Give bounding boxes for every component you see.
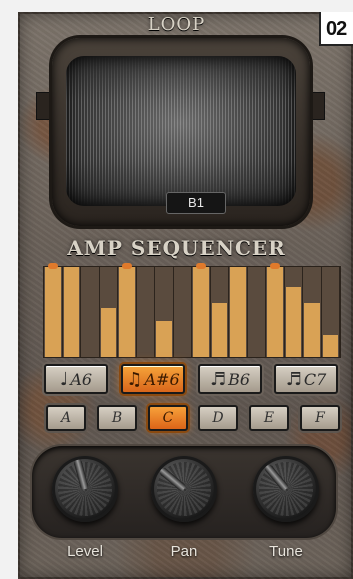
note-button-a6[interactable]: ♩ A6 (44, 364, 108, 394)
screen-bracket-left (36, 92, 52, 120)
note-label: B6 (228, 369, 251, 389)
sequencer-step[interactable] (81, 267, 100, 357)
sequencer-step[interactable] (303, 267, 322, 357)
sequencer-step[interactable] (210, 267, 229, 357)
sequencer-step[interactable] (62, 267, 81, 357)
step-marker (269, 263, 280, 269)
sequencer-step[interactable] (173, 267, 192, 357)
variation-button-b[interactable]: B (97, 405, 137, 431)
level-knob-label: Level (67, 543, 103, 560)
amp-sequencer-grid[interactable] (43, 263, 341, 358)
loop-waveform-display (66, 56, 296, 206)
knob-pointer (263, 463, 290, 492)
pan-knob-label: Pan (170, 543, 198, 560)
sequencer-step[interactable] (266, 263, 285, 357)
sequencer-step[interactable] (99, 267, 118, 357)
sixteenth-note-icon: ♬ (209, 368, 227, 390)
tune-knob-label: Tune (269, 543, 303, 560)
sequencer-step[interactable] (155, 267, 174, 357)
step-marker (47, 263, 58, 269)
sequencer-step[interactable] (192, 263, 211, 357)
sequencer-step-level (304, 303, 320, 357)
single-note-icon: ♩ (59, 368, 69, 390)
screen-bracket-right (309, 92, 325, 120)
sequencer-step[interactable] (284, 267, 303, 357)
variation-button-e[interactable]: E (249, 405, 289, 431)
sequencer-step-level (45, 267, 61, 357)
sequencer-step-level (119, 267, 135, 357)
variation-button-a[interactable]: A (46, 405, 86, 431)
sequencer-step[interactable] (44, 263, 63, 357)
sequencer-step-level (156, 321, 172, 357)
amp-sequencer-title: AMP SEQUENCER (67, 236, 286, 260)
sequencer-step-level (211, 303, 227, 357)
sequencer-step-level (193, 267, 209, 357)
instrument-window: 02 LOOP B1 AMP SEQUENCER ♩ A6 ♫ A#6 ♬ B6 ♬ C7 A… (0, 0, 353, 579)
thirty-second-note-icon: ♬ (285, 368, 302, 390)
sequencer-step-level (285, 286, 301, 357)
note-label: A6 (70, 369, 93, 389)
tune-knob[interactable] (253, 456, 319, 522)
note-label: A#6 (144, 369, 180, 389)
sequencer-step[interactable] (229, 267, 248, 357)
double-note-icon: ♫ (126, 368, 143, 390)
variation-button-d[interactable]: D (198, 405, 238, 431)
pan-knob[interactable] (151, 456, 217, 522)
variation-button-c[interactable]: C (148, 405, 188, 431)
sequencer-step[interactable] (321, 267, 340, 357)
loop-selector[interactable]: B1 (166, 192, 226, 214)
note-label: C7 (303, 369, 327, 389)
note-button-b6[interactable]: ♬ B6 (198, 364, 262, 394)
loop-title: LOOP (147, 14, 206, 35)
note-button-c7[interactable]: ♬ C7 (274, 364, 338, 394)
step-marker (121, 263, 132, 269)
level-knob[interactable] (52, 456, 118, 522)
sequencer-step-level (230, 267, 246, 357)
step-marker (195, 263, 206, 269)
sequencer-step[interactable] (247, 267, 266, 357)
sequencer-step-level (63, 267, 79, 357)
sequencer-step-level (267, 267, 283, 357)
sequencer-step[interactable] (136, 267, 155, 357)
sequencer-step-level (100, 307, 116, 357)
sequencer-step[interactable] (118, 263, 137, 357)
note-button-a-sharp-6[interactable]: ♫ A#6 (121, 364, 185, 394)
sequencer-step-level (322, 334, 338, 357)
variation-button-f[interactable]: F (300, 405, 340, 431)
knob-pointer (73, 458, 89, 491)
knob-pointer (158, 466, 187, 493)
